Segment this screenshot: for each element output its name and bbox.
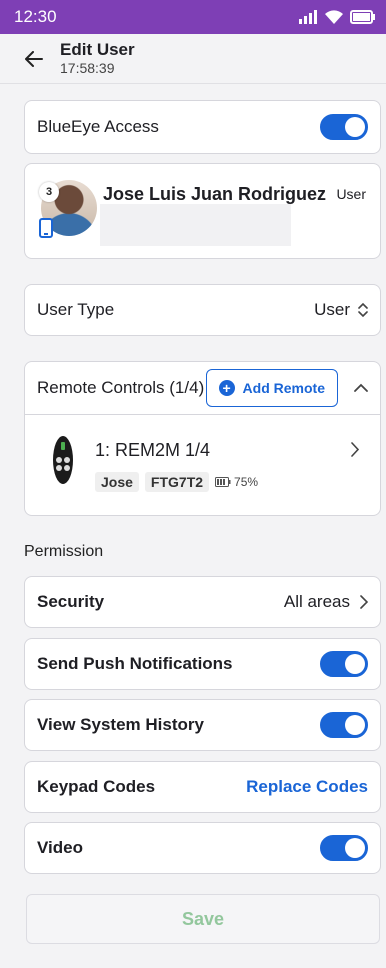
system-history-row: View System History	[24, 699, 381, 751]
user-role: User	[336, 186, 366, 202]
video-row: Video	[24, 822, 381, 874]
chevron-right-icon	[360, 595, 368, 609]
footer-bar: Save	[0, 874, 386, 968]
status-time: 12:30	[14, 7, 57, 26]
keypad-codes-label: Keypad Codes	[37, 777, 156, 796]
remote-code-tag: FTG7T2	[144, 472, 210, 492]
permission-section-label: Permission	[24, 543, 104, 560]
remote-fob-icon	[53, 436, 73, 484]
wifi-icon	[325, 10, 343, 24]
video-label: Video	[37, 838, 83, 857]
user-card[interactable]: 3 Jose Luis Juan Rodriguez User	[24, 163, 381, 259]
chevron-up-icon[interactable]	[354, 383, 368, 393]
remote-owner-tag: Jose	[95, 472, 139, 492]
remote-battery: 75%	[234, 475, 259, 489]
updown-chevron-icon	[358, 302, 368, 318]
user-type-label: User Type	[37, 300, 115, 319]
signal-icon	[299, 10, 317, 24]
user-type-value: User	[314, 300, 350, 319]
user-badge-count: 3	[39, 182, 59, 202]
add-remote-button[interactable]: + Add Remote	[205, 369, 338, 407]
page-title: Edit User	[60, 39, 135, 59]
redacted-block	[100, 204, 291, 246]
security-value: All areas	[283, 592, 350, 611]
blueeye-access-toggle[interactable]	[320, 114, 368, 140]
system-history-toggle[interactable]	[320, 712, 368, 738]
chevron-right-icon	[351, 442, 360, 457]
app-header: Edit User 17:58:39	[0, 34, 386, 84]
push-notifications-row: Send Push Notifications	[24, 638, 381, 690]
battery-level-icon	[215, 477, 231, 487]
save-button[interactable]: Save	[26, 894, 380, 944]
video-toggle[interactable]	[320, 835, 368, 861]
blueeye-access-label: BlueEye Access	[37, 117, 159, 136]
user-name: Jose Luis Juan Rodriguez	[103, 184, 327, 204]
push-notifications-label: Send Push Notifications	[37, 654, 233, 673]
user-type-select[interactable]: User Type User	[24, 284, 381, 336]
blueeye-access-row: BlueEye Access	[24, 100, 381, 154]
plus-icon: +	[218, 380, 235, 396]
status-bar: 12:30	[0, 0, 386, 34]
push-notifications-toggle[interactable]	[320, 651, 368, 677]
remote-controls-title: Remote Controls (1/4)	[37, 378, 205, 397]
remote-title: 1: REM2M 1/4	[95, 440, 211, 460]
system-history-label: View System History	[37, 715, 204, 734]
security-label: Security	[37, 592, 105, 611]
back-button[interactable]	[22, 47, 46, 71]
remote-controls-card: Remote Controls (1/4) + Add Remote 1: RE…	[24, 361, 381, 516]
back-arrow-icon	[25, 50, 43, 67]
security-row[interactable]: Security All areas	[24, 576, 381, 628]
page-subtitle: 17:58:39	[60, 59, 115, 76]
battery-icon	[350, 10, 375, 24]
replace-codes-link[interactable]: Replace Codes	[246, 777, 368, 797]
mobile-phone-icon	[39, 218, 53, 238]
keypad-codes-row: Keypad Codes Replace Codes	[24, 761, 381, 813]
